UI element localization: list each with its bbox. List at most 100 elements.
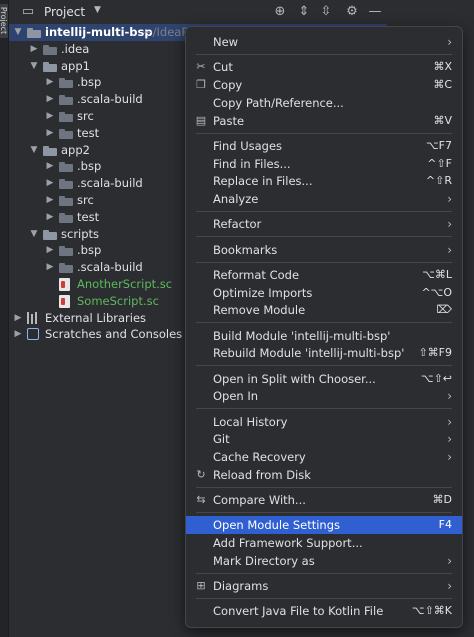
- tree-item-label: app2: [61, 142, 90, 157]
- tree-item-label: src: [77, 109, 94, 123]
- tree-item-label: scripts: [61, 226, 100, 241]
- folder-icon: [59, 128, 73, 139]
- menu-item-mark-directory-as[interactable]: Mark Directory as ›: [186, 552, 462, 570]
- folder-icon: [43, 145, 57, 156]
- menu-item-local-history[interactable]: Local History ›: [186, 413, 462, 431]
- folder-icon: [43, 229, 57, 240]
- chevron-right-icon: ›: [447, 389, 452, 404]
- menu-item-convert-java-file-to-kotlin-file[interactable]: Convert Java File to Kotlin File ⌥⇧⌘K: [186, 602, 462, 620]
- chevron-right-icon[interactable]: ▶: [29, 41, 39, 58]
- chevron-right-icon[interactable]: ▶: [45, 259, 55, 276]
- menu-item-label: Refactor: [213, 217, 262, 232]
- chevron-right-icon[interactable]: ▶: [45, 175, 55, 192]
- locate-icon[interactable]: ⊕: [271, 3, 289, 21]
- minimize-icon[interactable]: —: [366, 3, 384, 21]
- folder-icon: [59, 263, 73, 274]
- chevron-right-icon[interactable]: ▶: [13, 326, 23, 343]
- folder-icon: [59, 162, 73, 173]
- chevron-right-icon: ›: [447, 217, 452, 232]
- collapse-all-icon[interactable]: ⇳: [317, 3, 335, 21]
- chevron-right-icon: ›: [447, 450, 452, 465]
- tool-window-strip: Project: [0, 0, 9, 637]
- menu-item-analyze[interactable]: Analyze ›: [186, 190, 462, 208]
- expand-all-icon[interactable]: ⇕: [295, 3, 313, 21]
- chevron-right-icon[interactable]: ▶: [45, 192, 55, 209]
- tree-item-label: .idea: [61, 41, 90, 56]
- menu-item-label: Reload from Disk: [213, 468, 311, 482]
- menu-item-shortcut: ⌘X: [433, 60, 452, 74]
- menu-item-shortcut: ⌘V: [433, 113, 452, 127]
- menu-item-shortcut: ⌥⇧⌘K: [411, 604, 452, 618]
- menu-item-add-framework-support[interactable]: Add Framework Support...: [186, 534, 462, 552]
- menu-item-rebuild-module-intellij-multi-bsp[interactable]: Rebuild Module 'intellij-multi-bsp' ⇧⌘F9: [186, 344, 462, 362]
- project-tool-tab-label: Project: [0, 6, 9, 35]
- menu-separator: [196, 132, 452, 134]
- tree-item-label: test: [77, 209, 100, 224]
- tree-item-label: .bsp: [77, 243, 102, 258]
- menu-item-open-in[interactable]: Open In ›: [186, 387, 462, 405]
- chevron-down-icon[interactable]: ▼: [94, 5, 101, 15]
- scala-file-icon: [59, 294, 70, 308]
- project-icon: ▭: [21, 4, 35, 19]
- menu-item-optimize-imports[interactable]: Optimize Imports ^⌥O: [186, 284, 462, 302]
- chevron-right-icon[interactable]: ▶: [45, 209, 55, 226]
- project-tool-tab[interactable]: Project: [0, 4, 8, 38]
- menu-item-label: Local History: [213, 414, 288, 429]
- menu-item-reformat-code[interactable]: Reformat Code ⌥⌘L: [186, 266, 462, 284]
- menu-separator: [196, 487, 452, 488]
- menu-item-cache-recovery[interactable]: Cache Recovery ›: [186, 448, 462, 466]
- chevron-right-icon[interactable]: ▶: [45, 125, 55, 142]
- scala-file-icon: [59, 278, 70, 291]
- chevron-down-icon[interactable]: ▼: [13, 24, 23, 41]
- folder-icon: [43, 61, 57, 72]
- menu-separator: [196, 54, 452, 55]
- tree-item-label: External Libraries: [45, 310, 147, 325]
- menu-item-shortcut: ⌘D: [432, 493, 452, 507]
- menu-item-shortcut: ⇧⌘F9: [418, 346, 452, 360]
- chevron-right-icon: ›: [447, 192, 452, 207]
- menu-item-bookmarks[interactable]: Bookmarks ›: [186, 241, 462, 259]
- tree-item-label: src: [77, 193, 94, 207]
- chevron-right-icon[interactable]: ▶: [45, 108, 55, 125]
- menu-item-refactor[interactable]: Refactor ›: [186, 215, 462, 233]
- gear-icon[interactable]: ⚙: [343, 3, 361, 21]
- chevron-down-icon[interactable]: ▼: [29, 226, 39, 243]
- tree-item-label: intellij-multi-bsp: [45, 25, 153, 39]
- menu-item-label: Copy: [213, 78, 243, 92]
- project-view-title[interactable]: Project: [44, 5, 85, 19]
- menu-item-git[interactable]: Git ›: [186, 430, 462, 448]
- chevron-right-icon[interactable]: ▶: [45, 158, 55, 175]
- menu-item-find-usages[interactable]: Find Usages ⌥F7: [186, 137, 462, 155]
- menu-item-find-in-files[interactable]: Find in Files... ^⇧F: [186, 155, 462, 173]
- menu-item-replace-in-files[interactable]: Replace in Files... ^⇧R: [186, 172, 462, 190]
- chevron-down-icon[interactable]: ▼: [29, 58, 39, 75]
- tree-item-label: app1: [61, 58, 90, 73]
- chevron-right-icon[interactable]: ▶: [13, 310, 23, 327]
- menu-item-label: Open In: [213, 389, 259, 404]
- menu-item-label: Diagrams: [213, 579, 269, 594]
- menu-item-open-module-settings[interactable]: Open Module Settings F4: [186, 516, 462, 535]
- menu-item-reload-from-disk[interactable]: ↻ Reload from Disk: [186, 466, 462, 484]
- menu-item-remove-module[interactable]: Remove Module ⌦: [186, 301, 462, 319]
- chevron-right-icon[interactable]: ▶: [45, 91, 55, 108]
- menu-item-paste[interactable]: ▤ Paste ⌘V: [186, 112, 462, 130]
- menu-item-diagrams[interactable]: ⊞ Diagrams ›: [186, 577, 462, 595]
- menu-item-build-module-intellij-multi-bsp[interactable]: Build Module 'intellij-multi-bsp': [186, 327, 462, 345]
- menu-separator: [196, 512, 452, 514]
- chevron-right-icon[interactable]: ▶: [45, 242, 55, 259]
- menu-item-label: Open Module Settings: [213, 518, 341, 533]
- menu-item-open-in-split-with-chooser[interactable]: Open in Split with Chooser... ⌥⇧↩: [186, 370, 462, 388]
- menu-item-copy-path-reference[interactable]: Copy Path/Reference...: [186, 94, 462, 112]
- menu-item-cut[interactable]: ✂ Cut ⌘X: [186, 58, 462, 76]
- menu-item-new[interactable]: New ›: [186, 33, 462, 51]
- chevron-right-icon[interactable]: ▶: [45, 74, 55, 91]
- menu-separator: [196, 261, 452, 263]
- menu-separator: [196, 322, 452, 324]
- menu-item-compare-with[interactable]: ⇆ Compare With... ⌘D: [186, 491, 462, 509]
- menu-item-copy[interactable]: ❐ Copy ⌘C: [186, 76, 462, 94]
- chevron-down-icon[interactable]: ▼: [29, 142, 39, 159]
- chevron-right-icon: ›: [447, 414, 452, 429]
- chevron-right-icon: ›: [447, 554, 452, 568]
- scratch-icon: [27, 328, 39, 341]
- tree-item-label: SomeScript.sc: [77, 293, 159, 308]
